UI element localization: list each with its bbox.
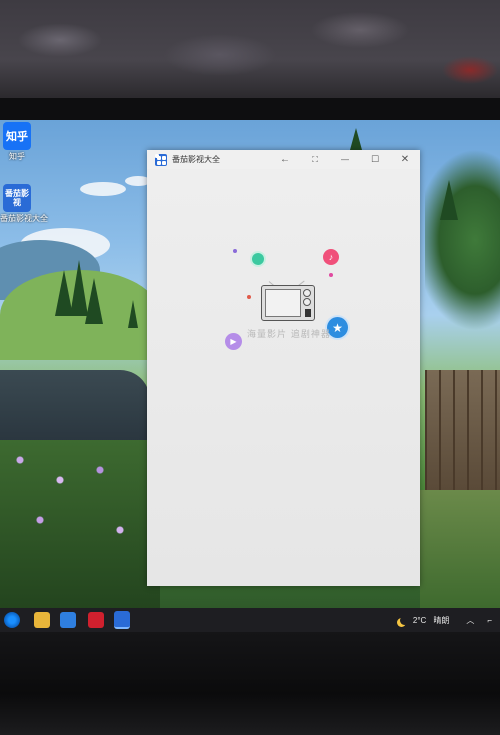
fullscreen-button[interactable]: ⛶ <box>300 150 330 169</box>
system-tray: 2°C 晴朗 ︿ ⌐ <box>397 608 492 632</box>
weather-condition[interactable]: 晴朗 <box>433 615 449 626</box>
window-title: 番茄影视大全 <box>172 155 220 164</box>
qiezi-app-icon: 番茄影视 <box>3 184 31 212</box>
store-icon[interactable] <box>60 612 76 628</box>
desktop-icon-label: 知乎 <box>9 152 25 161</box>
monitor-bezel-top <box>0 98 500 120</box>
photo-background-fabric <box>0 0 500 100</box>
moon-icon <box>400 616 409 625</box>
tv-screen <box>265 289 301 317</box>
close-button[interactable]: ✕ <box>390 150 420 169</box>
qiezi-taskbar-icon[interactable] <box>114 611 130 629</box>
grass-path <box>420 490 500 608</box>
tv-knob <box>303 289 311 297</box>
monitor-bezel-bottom <box>0 632 500 735</box>
network-icon[interactable]: ⌐ <box>487 616 492 625</box>
music-note-icon: ♪ <box>323 249 339 265</box>
cloud <box>80 182 126 196</box>
flower-field <box>0 440 160 608</box>
pine-tree <box>85 278 103 324</box>
pine-tree <box>440 180 458 220</box>
pine-tree <box>350 128 362 150</box>
chevron-up-icon[interactable]: ︿ <box>466 615 474 626</box>
app-window: 番茄影视大全 ← ⛶ — ☐ ✕ ♪ ★ ▶ 海量影片 追剧神器 <box>147 150 420 586</box>
splash-screen: ♪ ★ ▶ 海量影片 追剧神器 <box>147 169 420 586</box>
play-icon: ▶ <box>225 333 242 350</box>
pine-tree <box>128 300 138 328</box>
desktop-icon-qiezi[interactable]: 番茄影视 番茄影视大全 <box>0 184 48 224</box>
edge-browser-icon[interactable] <box>4 612 20 628</box>
decor-bubble-green <box>252 253 264 265</box>
app-logo-icon <box>155 153 167 166</box>
file-explorer-icon[interactable] <box>34 612 50 628</box>
taskbar: 2°C 晴朗 ︿ ⌐ <box>0 608 500 632</box>
tv-speaker <box>305 309 311 317</box>
tv-knob <box>303 298 311 306</box>
decor-dot <box>329 273 333 277</box>
decor-dot <box>233 249 237 253</box>
app-red-icon[interactable] <box>88 612 104 628</box>
desktop-icon-label: 番茄影视大全 <box>0 214 48 223</box>
minimize-button[interactable]: — <box>330 150 360 169</box>
window-titlebar[interactable]: 番茄影视大全 ← ⛶ — ☐ ✕ <box>147 150 420 169</box>
splash-slogan: 海量影片 追剧神器 <box>247 330 331 340</box>
maximize-button[interactable]: ☐ <box>360 150 390 169</box>
weather-temperature[interactable]: 2°C <box>413 616 426 625</box>
forest <box>425 120 500 370</box>
zhihu-app-icon: 知乎 <box>3 122 31 150</box>
back-button[interactable]: ← <box>270 150 300 169</box>
decor-dot <box>247 295 251 299</box>
desktop-icon-zhihu[interactable]: 知乎 知乎 <box>0 122 34 162</box>
rope-bridge <box>425 370 500 490</box>
tv-illustration <box>261 285 315 321</box>
